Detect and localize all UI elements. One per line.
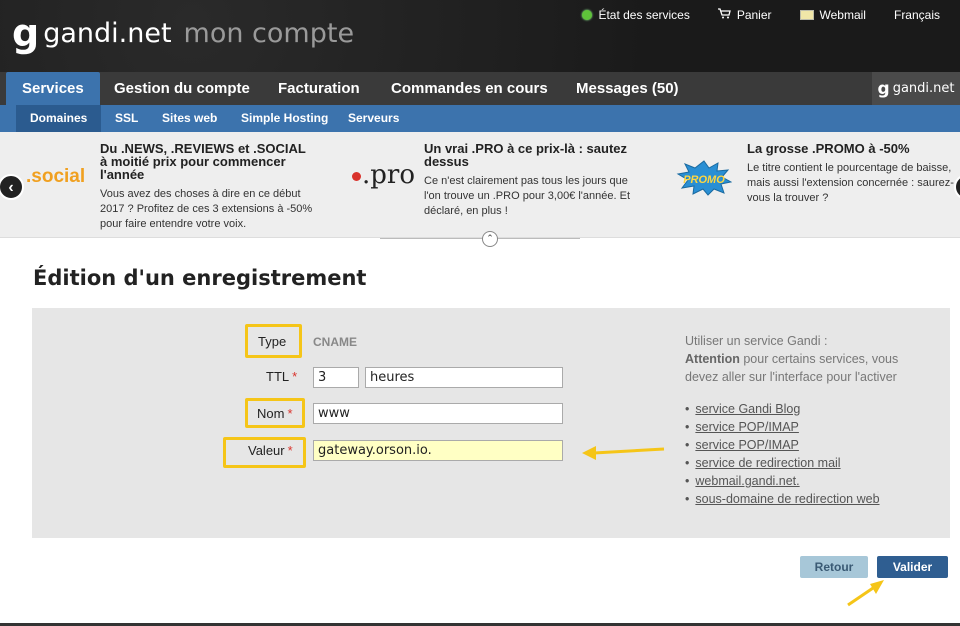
service-link-label: service POP/IMAP [695, 420, 799, 434]
service-link-label: webmail.gandi.net. [695, 474, 800, 488]
service-link-label: service POP/IMAP [695, 438, 799, 452]
gandi-logo-icon: g [12, 11, 40, 55]
type-label: Type [258, 334, 287, 349]
valeur-label: Valeur * [248, 443, 293, 458]
service-link-pop-imap-1[interactable]: service POP/IMAP [685, 418, 880, 436]
promo-text-3: Le titre contient le pourcentage de bais… [747, 162, 954, 204]
subnav-sites-web[interactable]: Sites web [162, 105, 217, 132]
promo-carousel: .social Du .NEWS, .REVIEWS et .SOCIAL à … [0, 132, 960, 238]
valeur-input[interactable]: gateway.orson.io. [313, 440, 563, 461]
retour-button[interactable]: Retour [800, 556, 868, 578]
promo-logo[interactable]: PROMO [676, 160, 732, 196]
nom-label: Nom * [257, 406, 293, 421]
cart-icon [717, 8, 731, 22]
services-list: service Gandi Blog service POP/IMAP serv… [685, 400, 880, 508]
cart-link-label: Panier [736, 8, 772, 22]
promo-title-1: Du .NEWS, .REVIEWS et .SOCIAL à moitié p… [100, 141, 306, 182]
gandi-small-icon: g [877, 78, 890, 99]
required-mark: * [287, 406, 293, 421]
nom-label-text: Nom [257, 406, 285, 421]
service-link-web-redirect[interactable]: sous-domaine de redirection web [685, 490, 880, 508]
ttl-label: TTL * [266, 369, 297, 384]
service-link-webmail[interactable]: webmail.gandi.net. [685, 472, 880, 490]
language-link[interactable]: Français [894, 8, 940, 22]
help-attention-bold: Attention [685, 352, 740, 366]
green-dot-icon [582, 10, 593, 20]
promo-logo-label: PROMO [683, 174, 725, 186]
annotation-arrow-icon [847, 580, 884, 607]
main-nav: Services Gestion du compte Facturation C… [0, 72, 960, 105]
help-intro: Utiliser un service Gandi : [685, 334, 828, 348]
service-link-label: service Gandi Blog [695, 402, 801, 416]
valider-button[interactable]: Valider [877, 556, 948, 578]
sub-nav: Domaines SSL Sites web Simple Hosting Se… [0, 105, 960, 132]
service-link-mail-redirect[interactable]: service de redirection mail [685, 454, 880, 472]
type-value: CNAME [313, 335, 357, 349]
subnav-domaines[interactable]: Domaines [16, 105, 102, 132]
cart-link[interactable]: Panier [717, 8, 772, 22]
chevron-up-icon: ⌃ [486, 233, 494, 243]
subnav-simple-hosting[interactable]: Simple Hosting [241, 105, 328, 132]
chevron-left-icon: ‹ [8, 179, 14, 196]
social-logo[interactable]: .social [26, 166, 85, 188]
tab-facturation[interactable]: Facturation [278, 72, 360, 105]
nav-gandi-logo[interactable]: g gandi.net [872, 72, 960, 105]
promo-title-3: La grosse .PROMO à -50% [747, 141, 910, 156]
service-link-gandi-blog[interactable]: service Gandi Blog [685, 400, 880, 418]
brand-name: gandi.net [43, 17, 172, 49]
collapse-button[interactable]: ⌃ [482, 231, 498, 247]
status-link-label: État des services [598, 8, 690, 22]
ttl-label-text: TTL [266, 369, 290, 384]
subnav-ssl[interactable]: SSL [115, 105, 138, 132]
top-header: g gandi.net mon compte État des services… [0, 0, 960, 72]
promo-text-1: Vous avez des choses à dire en ce début … [100, 188, 313, 230]
mail-icon [799, 10, 814, 20]
promo-item-3[interactable]: La grosse .PROMO à -50% Le titre contien… [747, 142, 957, 206]
ttl-input[interactable]: 3 [313, 367, 359, 388]
webmail-link[interactable]: Webmail [799, 8, 866, 22]
pro-logo-label: .pro [362, 160, 415, 190]
service-link-label: sous-domaine de redirection web [695, 492, 880, 506]
subnav-serveurs[interactable]: Serveurs [348, 105, 399, 132]
valeur-label-text: Valeur [248, 443, 285, 458]
nom-input[interactable]: www [313, 403, 563, 424]
required-mark: * [292, 369, 298, 384]
promo-item-1[interactable]: Du .NEWS, .REVIEWS et .SOCIAL à moitié p… [100, 142, 315, 232]
status-link[interactable]: État des services [582, 8, 690, 22]
nav-gandi-label: gandi.net [892, 81, 955, 96]
help-attention: Attention pour certains services, vous d… [685, 350, 935, 386]
top-links: État des services Panier Webmail Françai… [554, 8, 940, 22]
promo-title-2: Un vrai .PRO à ce prix-là : sautez dessu… [424, 141, 628, 169]
promo-item-2[interactable]: Un vrai .PRO à ce prix-là : sautez dessu… [424, 142, 634, 219]
service-link-pop-imap-2[interactable]: service POP/IMAP [685, 436, 880, 454]
tab-services[interactable]: Services [6, 72, 100, 105]
webmail-link-label: Webmail [819, 8, 866, 22]
help-text: Utiliser un service Gandi : Attention po… [685, 332, 935, 386]
tab-commandes-en-cours[interactable]: Commandes en cours [391, 72, 548, 105]
red-dot-icon [352, 171, 361, 181]
brand-subtitle: mon compte [183, 17, 355, 49]
service-link-label: service de redirection mail [695, 456, 841, 470]
page-title: Édition d'un enregistrement [33, 266, 367, 290]
ttl-unit-select[interactable]: heures [365, 367, 563, 388]
promo-text-2: Ce n'est clairement pas tous les jours q… [424, 175, 630, 217]
gandi-logo[interactable]: g gandi.net mon compte [12, 14, 354, 52]
tab-messages[interactable]: Messages (50) [576, 72, 679, 105]
tab-gestion-du-compte[interactable]: Gestion du compte [114, 72, 250, 105]
pro-logo[interactable]: .pro [352, 160, 415, 190]
required-mark: * [287, 443, 293, 458]
divider [380, 238, 580, 239]
language-link-label: Français [893, 8, 940, 22]
